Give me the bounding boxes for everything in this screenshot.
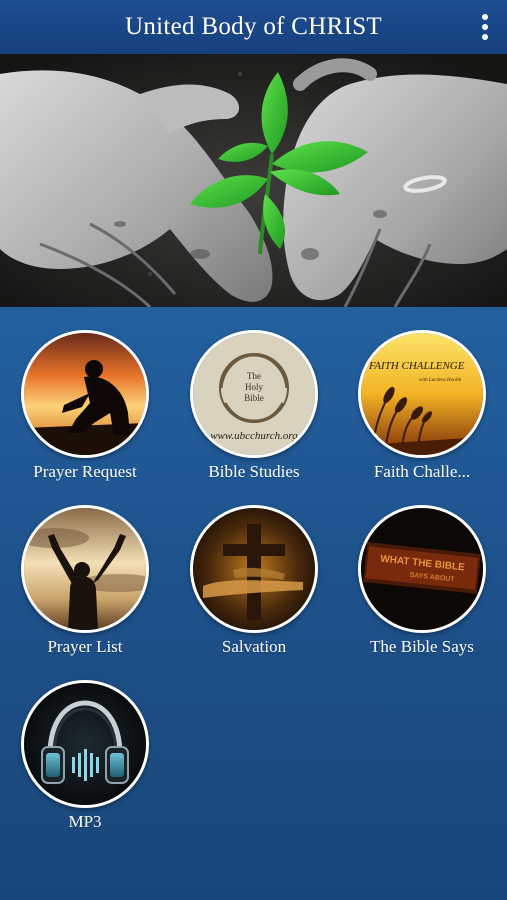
tile-salvation[interactable]: Salvation [170,505,338,657]
more-vert-icon[interactable] [477,12,493,42]
tile-the-bible-says[interactable]: WHAT THE BIBLE SAYS ABOUT The Bible Says [338,505,506,657]
app-bar: United Body of CHRIST [0,0,507,54]
tile-label: The Bible Says [370,637,474,656]
cross-hands-image [190,505,318,633]
tile-label: Bible Studies [208,462,300,481]
tile-label: Salvation [221,637,287,656]
tile-label: MP3 [68,812,102,831]
tile-label: Prayer Request [33,462,137,481]
faith-challenge-subtext: with Lucdeva Hardin [419,378,462,383]
tile-bible-studies[interactable]: The Holy Bible www.ubcchurch.org Bible S… [170,330,338,482]
seal-text-line3: Bible [244,393,264,403]
raised-arms-sky-image [21,505,149,633]
tile-label: Faith Challe... [373,462,471,481]
tile-mp3[interactable]: MP3 [1,680,169,832]
tile-prayer-request[interactable]: Prayer Request [1,330,169,482]
hero-banner-image [0,54,507,307]
tile-label: Prayer List [47,637,123,656]
faith-challenge-image-text: FAITH CHALLENGE [368,360,465,372]
headphones-icon [21,680,149,808]
wheat-sunset-image: FAITH CHALLENGE with Lucdeva Hardin [358,330,486,458]
bible-says-banner-image: WHAT THE BIBLE SAYS ABOUT [358,505,486,633]
seal-url-text: www.ubcchurch.org [210,430,298,442]
seal-text-line1: The [247,371,261,381]
holy-bible-seal-image: The Holy Bible www.ubcchurch.org [190,330,318,458]
kneeling-silhouette-image [21,330,149,458]
tile-faith-challenge[interactable]: FAITH CHALLENGE with Lucdeva Hardin Fait… [338,330,506,482]
seal-text-line2: Holy [245,382,264,392]
app-title: United Body of CHRIST [125,13,382,40]
tile-prayer-list[interactable]: Prayer List [1,505,169,657]
